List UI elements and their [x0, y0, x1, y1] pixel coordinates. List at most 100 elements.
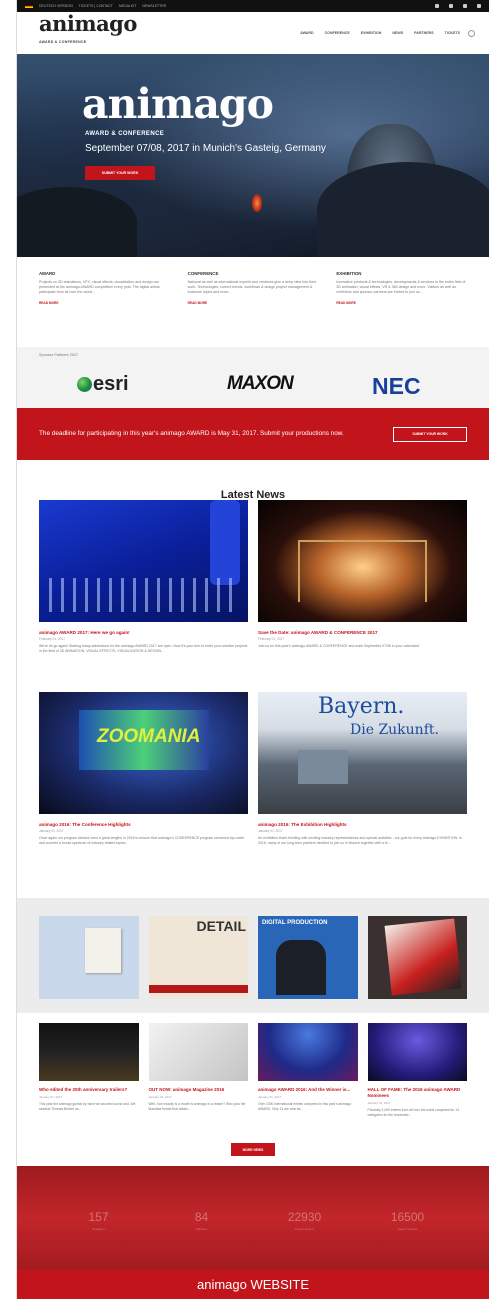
sponsor-logo-maxon[interactable]: MAXON: [227, 373, 294, 395]
topbar-link[interactable]: MEDIA KIT: [119, 4, 136, 8]
read-more-link[interactable]: READ MORE: [188, 301, 319, 305]
news-card[interactable]: Bayern. Die Zukunft. animago 2016: The Ex…: [258, 692, 467, 884]
hero-rock: [317, 162, 489, 257]
feature-conference: CONFERENCE National as well as internati…: [188, 271, 319, 335]
youtube-icon[interactable]: [463, 4, 467, 8]
latest-news-heading: Latest News: [220, 489, 286, 501]
nav-item-partners[interactable]: PARTNERS: [414, 31, 434, 35]
nav-item-tickets[interactable]: TICKETS: [445, 31, 460, 35]
magazine-cover[interactable]: DIGITAL PRODUCTION: [258, 916, 358, 999]
news-card[interactable]: animago AWARD 2017: Here we go again! Fe…: [39, 500, 248, 692]
news-title[interactable]: HALL OF FAME: The 2016 animago AWARD Nom…: [368, 1087, 468, 1099]
stat-number: 16500: [390, 1210, 425, 1224]
magazine-cover[interactable]: [367, 916, 467, 999]
news-excerpt: This year the animago guests by have we …: [39, 1102, 136, 1111]
sign-shape: [210, 500, 240, 585]
topbar-link[interactable]: DEUTSCH VERSION: [39, 4, 73, 8]
news-image[interactable]: [258, 1023, 358, 1081]
sponsor-logo-esri[interactable]: esri: [77, 373, 129, 396]
feature-text: Innovative products & technologies, deve…: [336, 280, 466, 294]
hero-banner: animago AWARD & CONFERENCE September 07/…: [17, 54, 489, 257]
feature-award: AWARD Projects on 3D animations, VFX, vi…: [39, 271, 170, 335]
nav-item-exhibition[interactable]: EXHIBITION: [361, 31, 382, 35]
stat-number: 22930: [287, 1210, 322, 1224]
hero-rock: [17, 187, 137, 257]
more-news-grid: Who edited the 20th anniversary trailers…: [17, 1013, 489, 1136]
magazine-cover[interactable]: [39, 916, 139, 999]
news-card[interactable]: ZOOMANIA animago 2016: The Conference Hi…: [39, 692, 248, 884]
search-icon[interactable]: [468, 29, 475, 37]
submit-work-button[interactable]: SUBMIT YOUR WORK: [393, 426, 467, 442]
news-title[interactable]: OUT NOW: animago Magazine 2016: [149, 1087, 249, 1093]
submit-work-button[interactable]: SUBMIT YOUR WORK: [85, 166, 155, 180]
figure-shape: [276, 940, 326, 995]
topbar-link[interactable]: TICKETS | CONTACT: [79, 4, 113, 8]
news-image[interactable]: [39, 1023, 139, 1081]
logo[interactable]: animago AWARD & CONFERENCE: [39, 13, 137, 51]
news-excerpt: We're let go again! Starting today admis…: [39, 644, 248, 653]
magazine-carousel: DETAIL DIGITAL PRODUCTION: [17, 898, 489, 1013]
deadline-text: The deadline for participating in this y…: [39, 430, 344, 437]
stat-item: 84 Partners: [150, 1210, 253, 1270]
news-image[interactable]: [148, 1023, 248, 1081]
zoomania-text: ZOOMANIA: [97, 726, 201, 747]
news-date: February 01, 2017: [258, 637, 285, 641]
news-excerpt: Over 1000 international entries competed…: [258, 1102, 352, 1111]
topbar-link[interactable]: NEWSLETTER: [142, 4, 166, 8]
sponsor-logo-nec[interactable]: NEC: [372, 373, 421, 400]
caption-bar: animago WEBSITE: [17, 1270, 489, 1299]
stage-shape: [298, 540, 427, 602]
news-excerpt: Join us for this year's animago AWARD & …: [258, 644, 420, 648]
magazine-cover[interactable]: DETAIL: [148, 916, 248, 999]
magazine-shape: [384, 918, 461, 996]
stat-label: Partners: [195, 1227, 208, 1231]
news-title[interactable]: Save the Date: animago AWARD & CONFERENC…: [258, 630, 467, 635]
news-title[interactable]: animago 2016: The Exhibition Highlights: [258, 822, 467, 827]
flag-icon[interactable]: [25, 4, 33, 8]
nav-item-award[interactable]: AWARD: [300, 31, 313, 35]
news-excerpt: An exhibition that's bristling with exci…: [258, 836, 462, 845]
news-image[interactable]: [258, 500, 467, 622]
stats-section: 157 Speakers 84 Partners 22930 Project Entr…: [17, 1166, 489, 1270]
read-more-link[interactable]: READ MORE: [336, 301, 467, 305]
facebook-icon[interactable]: [435, 4, 439, 8]
feature-title: AWARD: [39, 271, 56, 276]
news-date: January 01, 2017: [148, 1095, 172, 1099]
news-date: January 01, 2017: [258, 829, 283, 833]
news-title[interactable]: animago AWARD 2016: And the Winner is...: [258, 1087, 358, 1093]
news-image[interactable]: Bayern. Die Zukunft.: [258, 692, 467, 814]
feature-title: CONFERENCE: [187, 271, 219, 276]
main-nav: animago AWARD & CONFERENCE AWARD CONFERE…: [17, 12, 489, 54]
vimeo-icon[interactable]: [477, 4, 481, 8]
stat-number: 157: [88, 1210, 109, 1224]
news-image[interactable]: ZOOMANIA: [39, 692, 248, 814]
feature-title: EXHIBITION: [336, 271, 362, 276]
website-frame: DEUTSCH VERSION TICKETS | CONTACT MEDIA …: [17, 0, 489, 1299]
news-excerpt: Once again our program director went a g…: [39, 836, 245, 845]
stat-label: Project Entries: [294, 1227, 315, 1231]
stat-number: 84: [194, 1210, 209, 1224]
globe-icon: [77, 377, 92, 392]
hero-title: animago: [82, 80, 274, 128]
screen-shape: [298, 750, 348, 784]
digital-production-text: DIGITAL PRODUCTION: [262, 920, 328, 926]
sponsor-logo-text: esri: [93, 373, 129, 395]
detail-text: DETAIL: [196, 918, 246, 934]
bayern-text: Bayern.: [318, 694, 405, 719]
twitter-icon[interactable]: [449, 4, 453, 8]
news-title[interactable]: animago AWARD 2017: Here we go again!: [39, 630, 248, 635]
feature-exhibition: EXHIBITION Innovative products & technol…: [336, 271, 467, 335]
nav-item-news[interactable]: NEWS: [392, 31, 403, 35]
news-image[interactable]: [39, 500, 248, 622]
news-title[interactable]: animago 2016: The Conference Highlights: [39, 822, 248, 827]
news-title[interactable]: Who edited the 20th anniversary trailers…: [39, 1087, 139, 1093]
read-more-link[interactable]: READ MORE: [39, 301, 170, 305]
news-card[interactable]: Save the Date: animago AWARD & CONFERENC…: [258, 500, 467, 692]
news-date: January 01, 2017: [39, 829, 64, 833]
deadline-banner: The deadline for participating in this y…: [17, 408, 489, 460]
sponsor-section: Sponsor Partners 2017 esri MAXON NEC: [17, 347, 489, 408]
news-image[interactable]: [367, 1023, 467, 1081]
hero-subtitle: AWARD & CONFERENCE: [85, 131, 165, 137]
features-row: AWARD Projects on 3D animations, VFX, vi…: [17, 257, 489, 347]
nav-item-conference[interactable]: CONFERENCE: [325, 31, 350, 35]
